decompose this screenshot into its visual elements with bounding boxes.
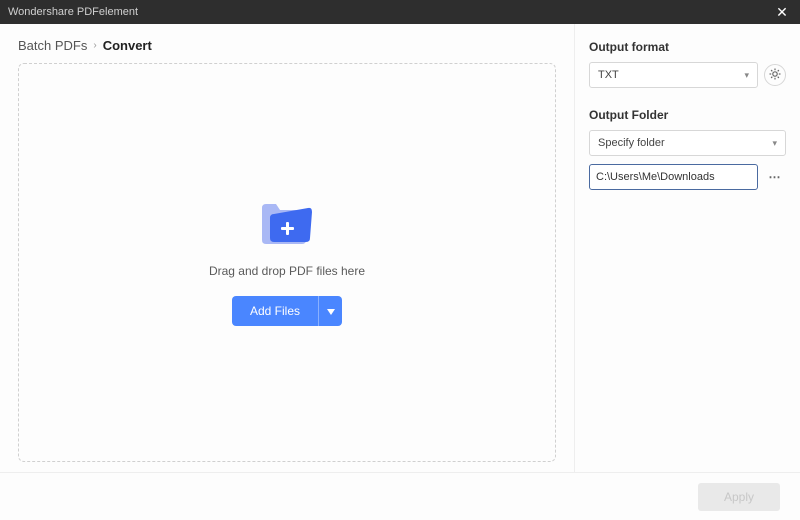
window-title: Wondershare PDFelement: [8, 6, 138, 18]
content-area: Batch PDFs › Convert Drag and drop PDF f…: [0, 24, 800, 472]
output-format-label: Output format: [589, 40, 786, 54]
breadcrumb-parent[interactable]: Batch PDFs: [18, 38, 87, 53]
right-panel: Output format TXT ▾ Output Folder Specif…: [574, 24, 800, 472]
chevron-down-icon: ▾: [744, 70, 749, 81]
apply-button[interactable]: Apply: [698, 483, 780, 511]
chevron-down-icon: ▾: [772, 138, 777, 149]
browse-folder-button[interactable]: ⋯: [764, 166, 786, 188]
dropzone[interactable]: Drag and drop PDF files here Add Files: [18, 63, 556, 462]
chevron-down-icon: [327, 303, 335, 318]
add-files-dropdown-button[interactable]: [318, 296, 342, 326]
close-icon[interactable]: ✕: [772, 4, 792, 21]
breadcrumb-current: Convert: [103, 38, 152, 53]
format-settings-button[interactable]: [764, 64, 786, 86]
ellipsis-icon: ⋯: [769, 170, 782, 184]
titlebar: Wondershare PDFelement ✕: [0, 0, 800, 24]
footer: Apply: [0, 472, 800, 520]
gear-icon: [769, 68, 781, 83]
folder-mode-value: Specify folder: [598, 137, 665, 149]
chevron-right-icon: ›: [93, 40, 96, 51]
folder-path-input[interactable]: [589, 164, 758, 190]
add-folder-icon: [260, 200, 314, 246]
dropzone-hint: Drag and drop PDF files here: [209, 264, 365, 278]
breadcrumb: Batch PDFs › Convert: [18, 38, 556, 53]
add-files-button[interactable]: Add Files: [232, 296, 318, 326]
add-files-group: Add Files: [232, 296, 342, 326]
output-folder-label: Output Folder: [589, 108, 786, 122]
folder-mode-select[interactable]: Specify folder ▾: [589, 130, 786, 156]
output-format-select[interactable]: TXT ▾: [589, 62, 758, 88]
output-format-value: TXT: [598, 69, 619, 81]
left-panel: Batch PDFs › Convert Drag and drop PDF f…: [0, 24, 574, 472]
